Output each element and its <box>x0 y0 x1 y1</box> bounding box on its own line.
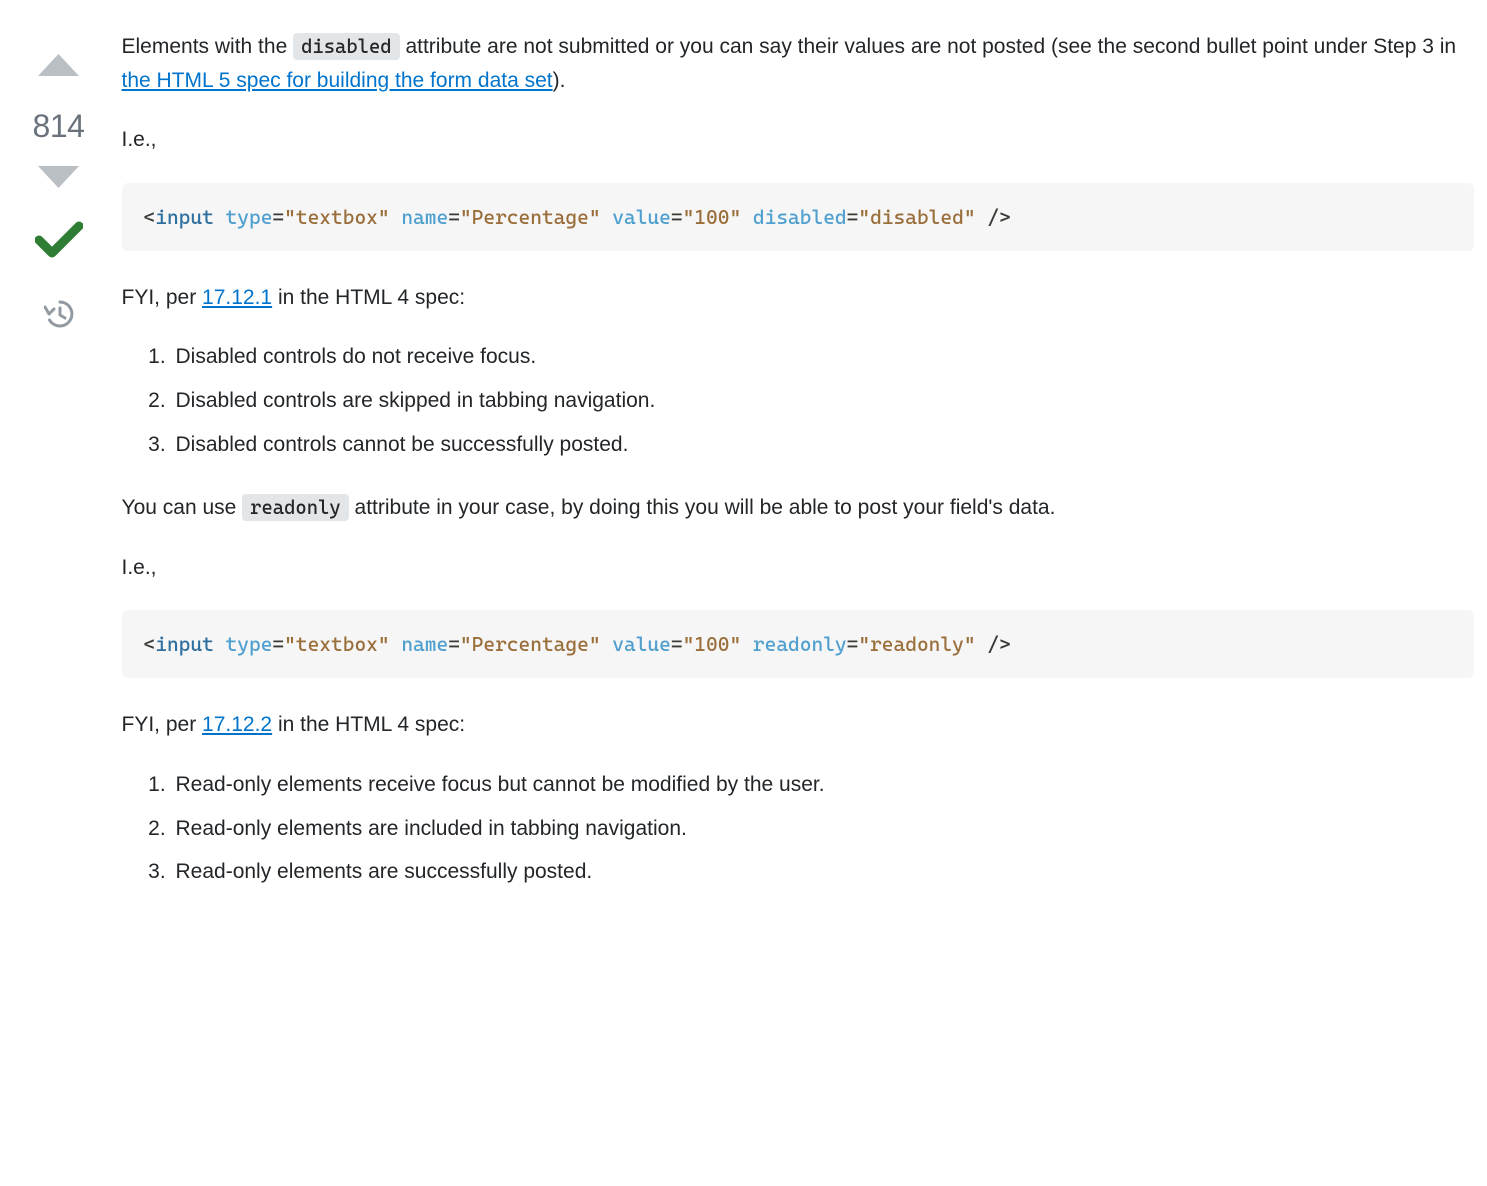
code-block: <input type="textbox" name="Percentage" … <box>122 183 1474 251</box>
inline-code: disabled <box>293 33 400 60</box>
list-item: Read-only elements are successfully post… <box>172 855 1474 889</box>
text: in the HTML 4 spec: <box>272 286 465 309</box>
paragraph: Elements with the disabled attribute are… <box>122 30 1474 97</box>
ordered-list: Disabled controls do not receive focus. … <box>122 340 1474 461</box>
activity-history-icon[interactable] <box>44 299 74 340</box>
list-item: Disabled controls are skipped in tabbing… <box>172 384 1474 418</box>
text: attribute are not submitted or you can s… <box>400 35 1456 58</box>
text: FYI, per <box>122 713 203 736</box>
code-block: <input type="textbox" name="Percentage" … <box>122 610 1474 678</box>
answer-body: Elements with the disabled attribute are… <box>104 30 1474 919</box>
list-item: Disabled controls cannot be successfully… <box>172 428 1474 462</box>
text: You can use <box>122 496 243 519</box>
text: in the HTML 4 spec: <box>272 713 465 736</box>
paragraph: I.e., <box>122 123 1474 157</box>
spec-link-17-12-2[interactable]: 17.12.2 <box>202 713 272 736</box>
vote-score: 814 <box>33 101 85 152</box>
text: ). <box>553 69 566 92</box>
spec-link-17-12-1[interactable]: 17.12.1 <box>202 286 272 309</box>
inline-code: readonly <box>242 494 349 521</box>
text: Elements with the <box>122 35 294 58</box>
paragraph: I.e., <box>122 551 1474 585</box>
paragraph: You can use readonly attribute in your c… <box>122 491 1474 525</box>
downvote-button[interactable] <box>36 164 81 205</box>
spec-link-html5[interactable]: the HTML 5 spec for building the form da… <box>122 69 553 92</box>
list-item: Read-only elements are included in tabbi… <box>172 812 1474 846</box>
upvote-button[interactable] <box>36 48 81 89</box>
paragraph: FYI, per 17.12.1 in the HTML 4 spec: <box>122 281 1474 315</box>
text: FYI, per <box>122 286 203 309</box>
text: attribute in your case, by doing this yo… <box>349 496 1056 519</box>
ordered-list: Read-only elements receive focus but can… <box>122 768 1474 889</box>
accepted-check-icon <box>35 220 83 269</box>
list-item: Read-only elements receive focus but can… <box>172 768 1474 802</box>
list-item: Disabled controls do not receive focus. <box>172 340 1474 374</box>
vote-cell: 814 <box>14 30 104 919</box>
paragraph: FYI, per 17.12.2 in the HTML 4 spec: <box>122 708 1474 742</box>
